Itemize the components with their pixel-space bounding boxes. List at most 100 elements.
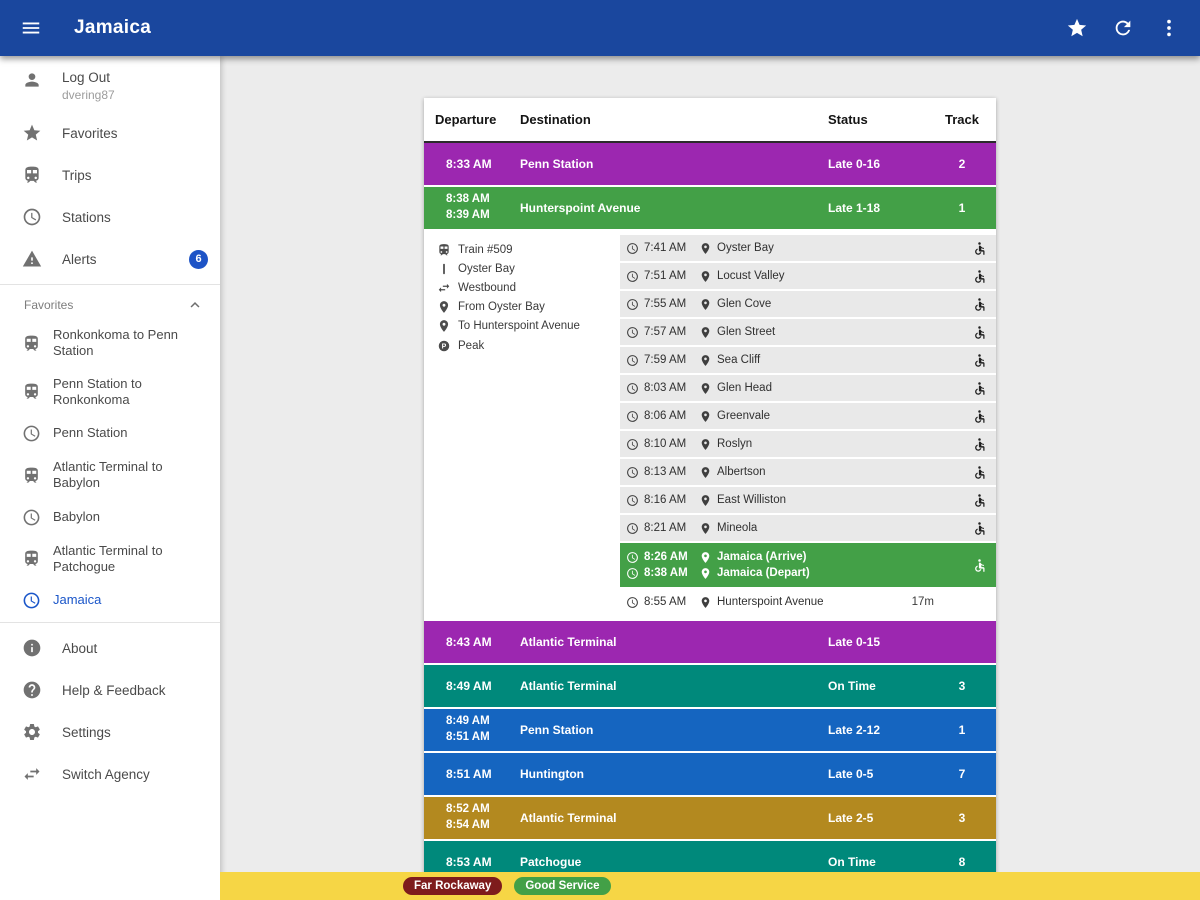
refresh-button[interactable] [1110, 15, 1136, 41]
chevron-up-icon [186, 296, 204, 314]
sidebar-item-babylon[interactable]: Babylon [0, 500, 220, 535]
status: On Time [828, 855, 876, 869]
sidebar-item-settings[interactable]: Settings [0, 711, 220, 753]
track: 3 [958, 811, 966, 825]
sidebar-item-atlantic-terminal-to-babylon[interactable]: Atlantic Terminal to Babylon [0, 451, 220, 500]
nav-drawer: Log Out dvering87 Favorites Trips Stations… [0, 56, 220, 900]
stop-time: 7:57 AM [644, 326, 687, 338]
header-departure: Departure [435, 112, 497, 127]
stop-row-glen-street[interactable]: 7:57 AM Glen Street [620, 319, 996, 345]
sidebar-item-switch-agency[interactable]: Switch Agency [0, 753, 220, 795]
departure-time: 8:53 AM [446, 854, 492, 869]
sidebar-item-label: Penn Station to Ronkonkoma [53, 375, 142, 407]
sidebar-item-penn-station[interactable]: Penn Station [0, 416, 220, 451]
departure-time: 8:49 AM [446, 715, 490, 728]
wheelchair-icon [972, 325, 987, 340]
departure-time: 8:52 AM [446, 803, 490, 816]
stop-line: 8:10 AM Roslyn [620, 438, 972, 451]
swap-icon [437, 281, 451, 295]
stop-time: 8:10 AM [644, 438, 687, 450]
stop-name: Jamaica (Depart) [717, 567, 810, 579]
stop-name: Jamaica (Arrive) [717, 551, 807, 563]
sidebar-item-alerts[interactable]: Alerts 6 [0, 238, 220, 280]
sidebar-item-about[interactable]: About [0, 627, 220, 669]
clock-icon [22, 591, 41, 610]
stop-row-jamaica-arrive[interactable]: 8:26 AM Jamaica (Arrive) 8:38 AM Jamaica (D… [620, 543, 996, 587]
schedule-row-8-49-am-atlantic-terminal[interactable]: 8:49 AM Atlantic Terminal On Time 3 [424, 665, 996, 707]
destination: Penn Station [520, 723, 594, 737]
stop-time: 8:06 AM [644, 410, 687, 422]
wheelchair-icon [972, 409, 987, 424]
stop-row-sea-cliff[interactable]: 7:59 AM Sea Cliff [620, 347, 996, 373]
stop-line: 8:16 AM East Williston [620, 494, 972, 507]
stop-row-oyster-bay[interactable]: 7:41 AM Oyster Bay [620, 235, 996, 261]
schedule-row-8-52-am-atlantic-terminal[interactable]: 8:52 AM 8:54 AM Atlantic Terminal Late 2-5 3 [424, 797, 996, 839]
stop-name: Mineola [717, 522, 758, 534]
sidebar-item-penn-station-to-ronkonkoma[interactable]: Penn Station to Ronkonkoma [0, 368, 220, 417]
gear-icon [22, 722, 42, 742]
sidebar-item-help-feedback[interactable]: Help & Feedback [0, 669, 220, 711]
schedule-row-8-43-am-atlantic-terminal[interactable]: 8:43 AM Atlantic Terminal Late 0-15 [424, 621, 996, 663]
stop-row-glen-head[interactable]: 8:03 AM Glen Head [620, 375, 996, 401]
schedule-row-8-49-am-penn-station[interactable]: 8:49 AM 8:51 AM Penn Station Late 2-12 1 [424, 709, 996, 751]
line-badge[interactable]: Far Rockaway [403, 876, 503, 896]
favorite-button[interactable] [1064, 15, 1090, 41]
sidebar-item-stations[interactable]: Stations [0, 196, 220, 238]
info-icon [22, 638, 42, 658]
pin-icon [699, 596, 712, 609]
stop-name: Roslyn [717, 438, 753, 450]
sidebar-item-jamaica[interactable]: Jamaica [0, 583, 220, 618]
logout-label: Log Out [62, 70, 111, 85]
departure-times: 8:52 AM 8:54 AM [424, 803, 520, 833]
logout-text: Log Out dvering87 [62, 70, 115, 102]
departure-times: 8:49 AM 8:51 AM [424, 715, 520, 745]
departure-time: 8:49 AM [446, 678, 492, 693]
sidebar-item-ronkonkoma-to-penn-station[interactable]: Ronkonkoma to Penn Station [0, 319, 220, 368]
service-status-badge[interactable]: Good Service [514, 876, 611, 896]
header-status: Status [828, 112, 868, 127]
favorites-section-header[interactable]: Favorites [0, 289, 220, 319]
track: 2 [958, 157, 966, 171]
sidebar-item-atlantic-terminal-to-patchogue[interactable]: Atlantic Terminal to Patchogue [0, 535, 220, 584]
clock-icon [22, 508, 41, 527]
stop-line: 7:41 AM Oyster Bay [620, 242, 972, 255]
schedule-row-8-51-am-huntington[interactable]: 8:51 AM Huntington Late 0-5 7 [424, 753, 996, 795]
wheelchair-icon [972, 437, 987, 452]
sidebar-item-label: Penn Station [53, 425, 128, 441]
alerts-badge: 6 [189, 249, 208, 269]
overflow-menu-button[interactable] [1156, 15, 1182, 41]
departure-time: 8:43 AM [446, 634, 492, 649]
sidebar-item-trips[interactable]: Trips [0, 154, 220, 196]
app-bar: Jamaica [0, 0, 1200, 56]
trip-info-text: Westbound [458, 281, 516, 294]
trip-detail-panel: Train #509 Oyster Bay Westbound From Oyster… [424, 231, 996, 619]
clock-icon [626, 466, 639, 479]
stop-lines: 8:03 AM Glen Head [620, 379, 972, 398]
sidebar-nav: Favorites Trips Stations Alerts 6 [0, 112, 220, 280]
stop-row-glen-cove[interactable]: 7:55 AM Glen Cove [620, 291, 996, 317]
stop-name: Glen Head [717, 382, 772, 394]
help-icon [22, 680, 42, 700]
clock-icon [626, 298, 639, 311]
departure-time: 8:38 AM [446, 193, 490, 206]
stop-row-greenvale[interactable]: 8:06 AM Greenvale [620, 403, 996, 429]
stop-lines: 8:16 AM East Williston [620, 491, 972, 510]
menu-button[interactable] [18, 15, 44, 41]
sidebar-footer-nav: About Help & Feedback Settings Switch Agenc… [0, 627, 220, 795]
stop-row-albertson[interactable]: 8:13 AM Albertson [620, 459, 996, 485]
stop-time: 7:59 AM [644, 354, 687, 366]
logout-item[interactable]: Log Out dvering87 [0, 56, 220, 112]
stop-row-east-williston[interactable]: 8:16 AM East Williston [620, 487, 996, 513]
stop-name: East Williston [717, 494, 787, 506]
stop-row-locust-valley[interactable]: 7:51 AM Locust Valley [620, 263, 996, 289]
stop-row-mineola[interactable]: 8:21 AM Mineola [620, 515, 996, 541]
schedule-row-8-33-am-penn-station[interactable]: 8:33 AM Penn Station Late 0-16 2 [424, 143, 996, 185]
departure-time: 8:51 AM [446, 766, 492, 781]
stop-line: 8:13 AM Albertson [620, 466, 972, 479]
sidebar-item-favorites[interactable]: Favorites [0, 112, 220, 154]
stop-row-hunterspoint-avenue[interactable]: 8:55 AM Hunterspoint Avenue 17m [620, 589, 996, 615]
departure-time: 8:33 AM [446, 156, 492, 171]
stop-row-roslyn[interactable]: 8:10 AM Roslyn [620, 431, 996, 457]
schedule-row-8-38-am-hunterspoint-avenue[interactable]: 8:38 AM 8:39 AM Hunterspoint Avenue Late 1-… [424, 187, 996, 229]
pin-icon [437, 300, 451, 314]
